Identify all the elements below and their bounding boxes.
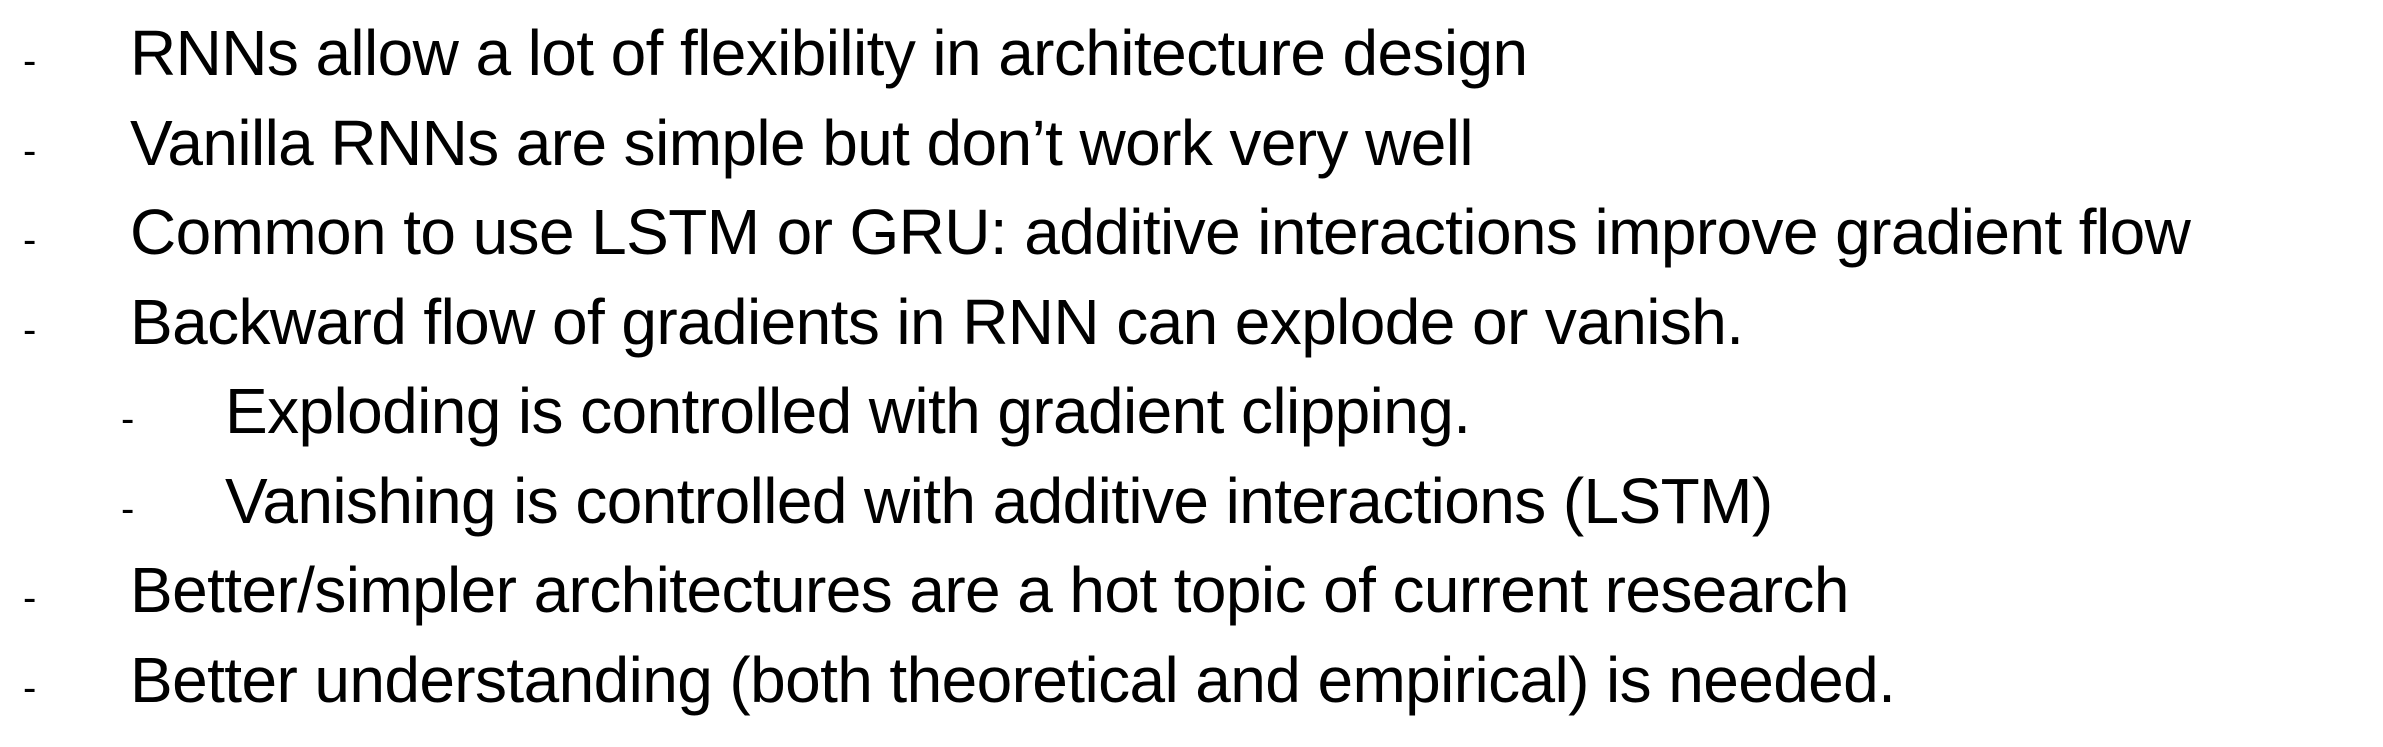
dash-bullet-icon: - (121, 397, 135, 441)
bullet-text: Better understanding (both theoretical a… (130, 643, 1896, 716)
sub-bullet-text: Exploding is controlled with gradient cl… (225, 375, 1471, 447)
dash-bullet-icon: - (23, 218, 37, 262)
dash-bullet-icon: - (23, 39, 37, 83)
sub-bullet-item: - Vanishing is controlled with additive … (0, 457, 2383, 547)
sub-bullet-item: - Exploding is controlled with gradient … (0, 367, 2383, 457)
bullet-text: RNNs allow a lot of flexibility in archi… (130, 17, 1528, 89)
bullet-item: - Backward flow of gradients in RNN can … (0, 278, 2383, 368)
bullet-item: - RNNs allow a lot of flexibility in arc… (0, 9, 2383, 99)
dash-bullet-icon: - (23, 665, 37, 710)
slide: - RNNs allow a lot of flexibility in arc… (0, 0, 2383, 747)
bullet-item: - Vanilla RNNs are simple but don’t work… (0, 99, 2383, 189)
bullet-text: Common to use LSTM or GRU: additive inte… (130, 196, 2191, 268)
dash-bullet-icon: - (23, 307, 37, 352)
bullet-text: Vanilla RNNs are simple but don’t work v… (130, 106, 1474, 179)
dash-bullet-icon: - (121, 486, 135, 531)
dash-bullet-icon: - (23, 576, 37, 620)
sub-bullet-text: Vanishing is controlled with additive in… (225, 464, 1773, 537)
bullet-item: - Better understanding (both theoretical… (0, 636, 2383, 726)
dash-bullet-icon: - (23, 128, 37, 173)
bullet-text: Better/simpler architectures are a hot t… (130, 554, 1849, 626)
bullet-list: - RNNs allow a lot of flexibility in arc… (0, 9, 2383, 725)
bullet-text: Backward flow of gradients in RNN can ex… (130, 285, 1744, 358)
bullet-item: - Common to use LSTM or GRU: additive in… (0, 188, 2383, 278)
bullet-item: - Better/simpler architectures are a hot… (0, 546, 2383, 636)
